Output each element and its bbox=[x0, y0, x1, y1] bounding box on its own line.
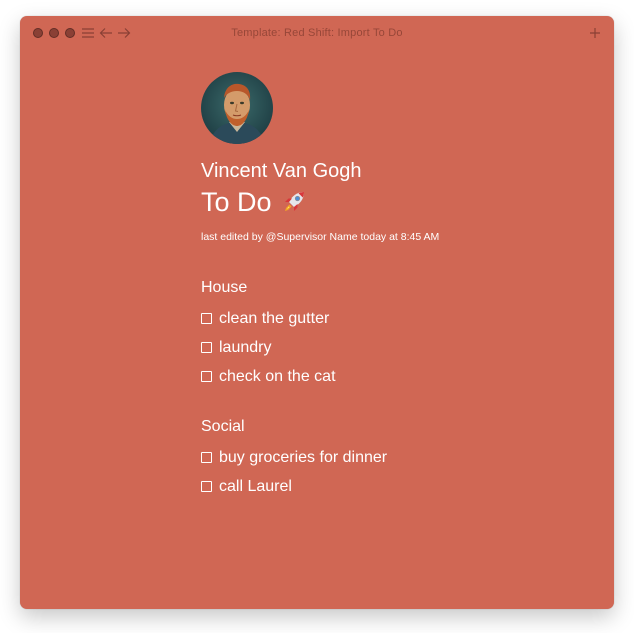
title-bar: Template: Red Shift: Import To Do bbox=[20, 16, 614, 50]
section-title: Social bbox=[201, 418, 245, 435]
task-item: call Laurel bbox=[201, 472, 581, 501]
task-item: buy groceries for dinner bbox=[201, 443, 581, 472]
task-checkbox[interactable] bbox=[201, 481, 212, 492]
document-content: Vincent Van Gogh To Do last edited by @S… bbox=[201, 72, 581, 501]
task-checkbox[interactable] bbox=[201, 313, 212, 324]
app-window: Template: Red Shift: Import To Do Vincen… bbox=[20, 16, 614, 609]
task-item: clean the gutter bbox=[201, 304, 581, 333]
task-label[interactable]: clean the gutter bbox=[219, 309, 329, 329]
avatar[interactable] bbox=[201, 72, 273, 144]
task-checkbox[interactable] bbox=[201, 371, 212, 382]
window-title: Template: Red Shift: Import To Do bbox=[231, 27, 403, 39]
section-title: House bbox=[201, 279, 248, 296]
page-title-text: To Do bbox=[201, 187, 272, 217]
rocket-icon bbox=[280, 188, 308, 216]
section-social: Social buy groceries for dinner call Lau… bbox=[201, 417, 581, 501]
plus-icon[interactable] bbox=[588, 24, 602, 42]
task-label[interactable]: check on the cat bbox=[219, 367, 336, 387]
task-checkbox[interactable] bbox=[201, 342, 212, 353]
task-label[interactable]: call Laurel bbox=[219, 477, 292, 497]
last-edited-meta: last edited by @Supervisor Name today at… bbox=[201, 231, 440, 243]
page-title[interactable]: To Do bbox=[201, 185, 581, 219]
task-checkbox[interactable] bbox=[201, 452, 212, 463]
task-label[interactable]: buy groceries for dinner bbox=[219, 448, 387, 468]
section-house: House clean the gutter laundry check on … bbox=[201, 278, 581, 391]
task-item: check on the cat bbox=[201, 362, 581, 391]
task-item: laundry bbox=[201, 333, 581, 362]
owner-name: Vincent Van Gogh bbox=[201, 160, 362, 182]
task-label[interactable]: laundry bbox=[219, 338, 271, 358]
